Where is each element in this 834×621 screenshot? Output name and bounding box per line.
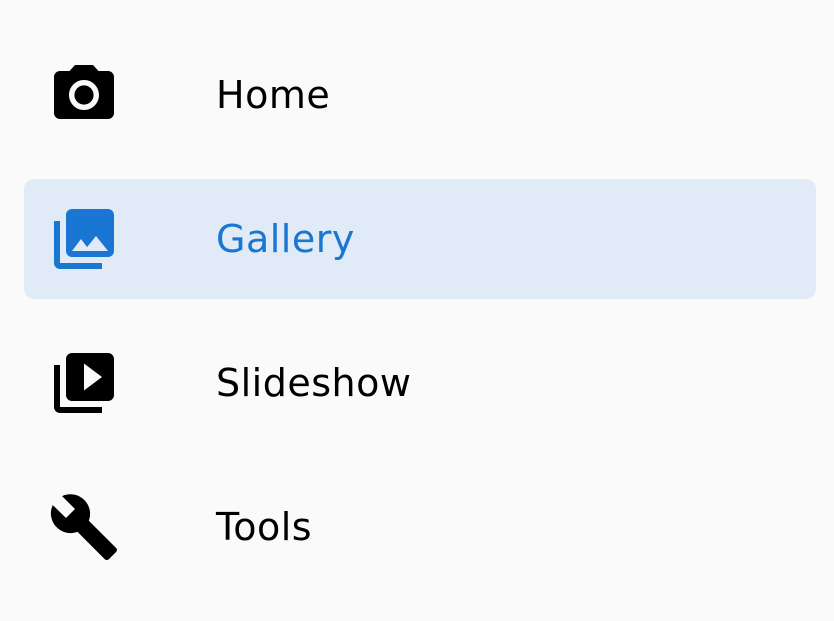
nav-item-label: Slideshow	[216, 361, 412, 405]
nav-item-label: Tools	[216, 505, 313, 549]
nav-item-label: Home	[216, 73, 331, 117]
camera-icon	[48, 59, 120, 131]
nav-item-slideshow[interactable]: Slideshow	[24, 323, 816, 443]
wrench-icon	[48, 491, 120, 563]
nav-item-gallery[interactable]: Gallery	[24, 179, 816, 299]
nav-item-tools[interactable]: Tools	[24, 467, 816, 587]
photo-library-icon	[48, 203, 120, 275]
nav-item-home[interactable]: Home	[24, 35, 816, 155]
navigation-drawer: Home Gallery Slideshow Tools	[0, 0, 834, 621]
nav-item-label: Gallery	[216, 217, 355, 261]
slideshow-icon	[48, 347, 120, 419]
